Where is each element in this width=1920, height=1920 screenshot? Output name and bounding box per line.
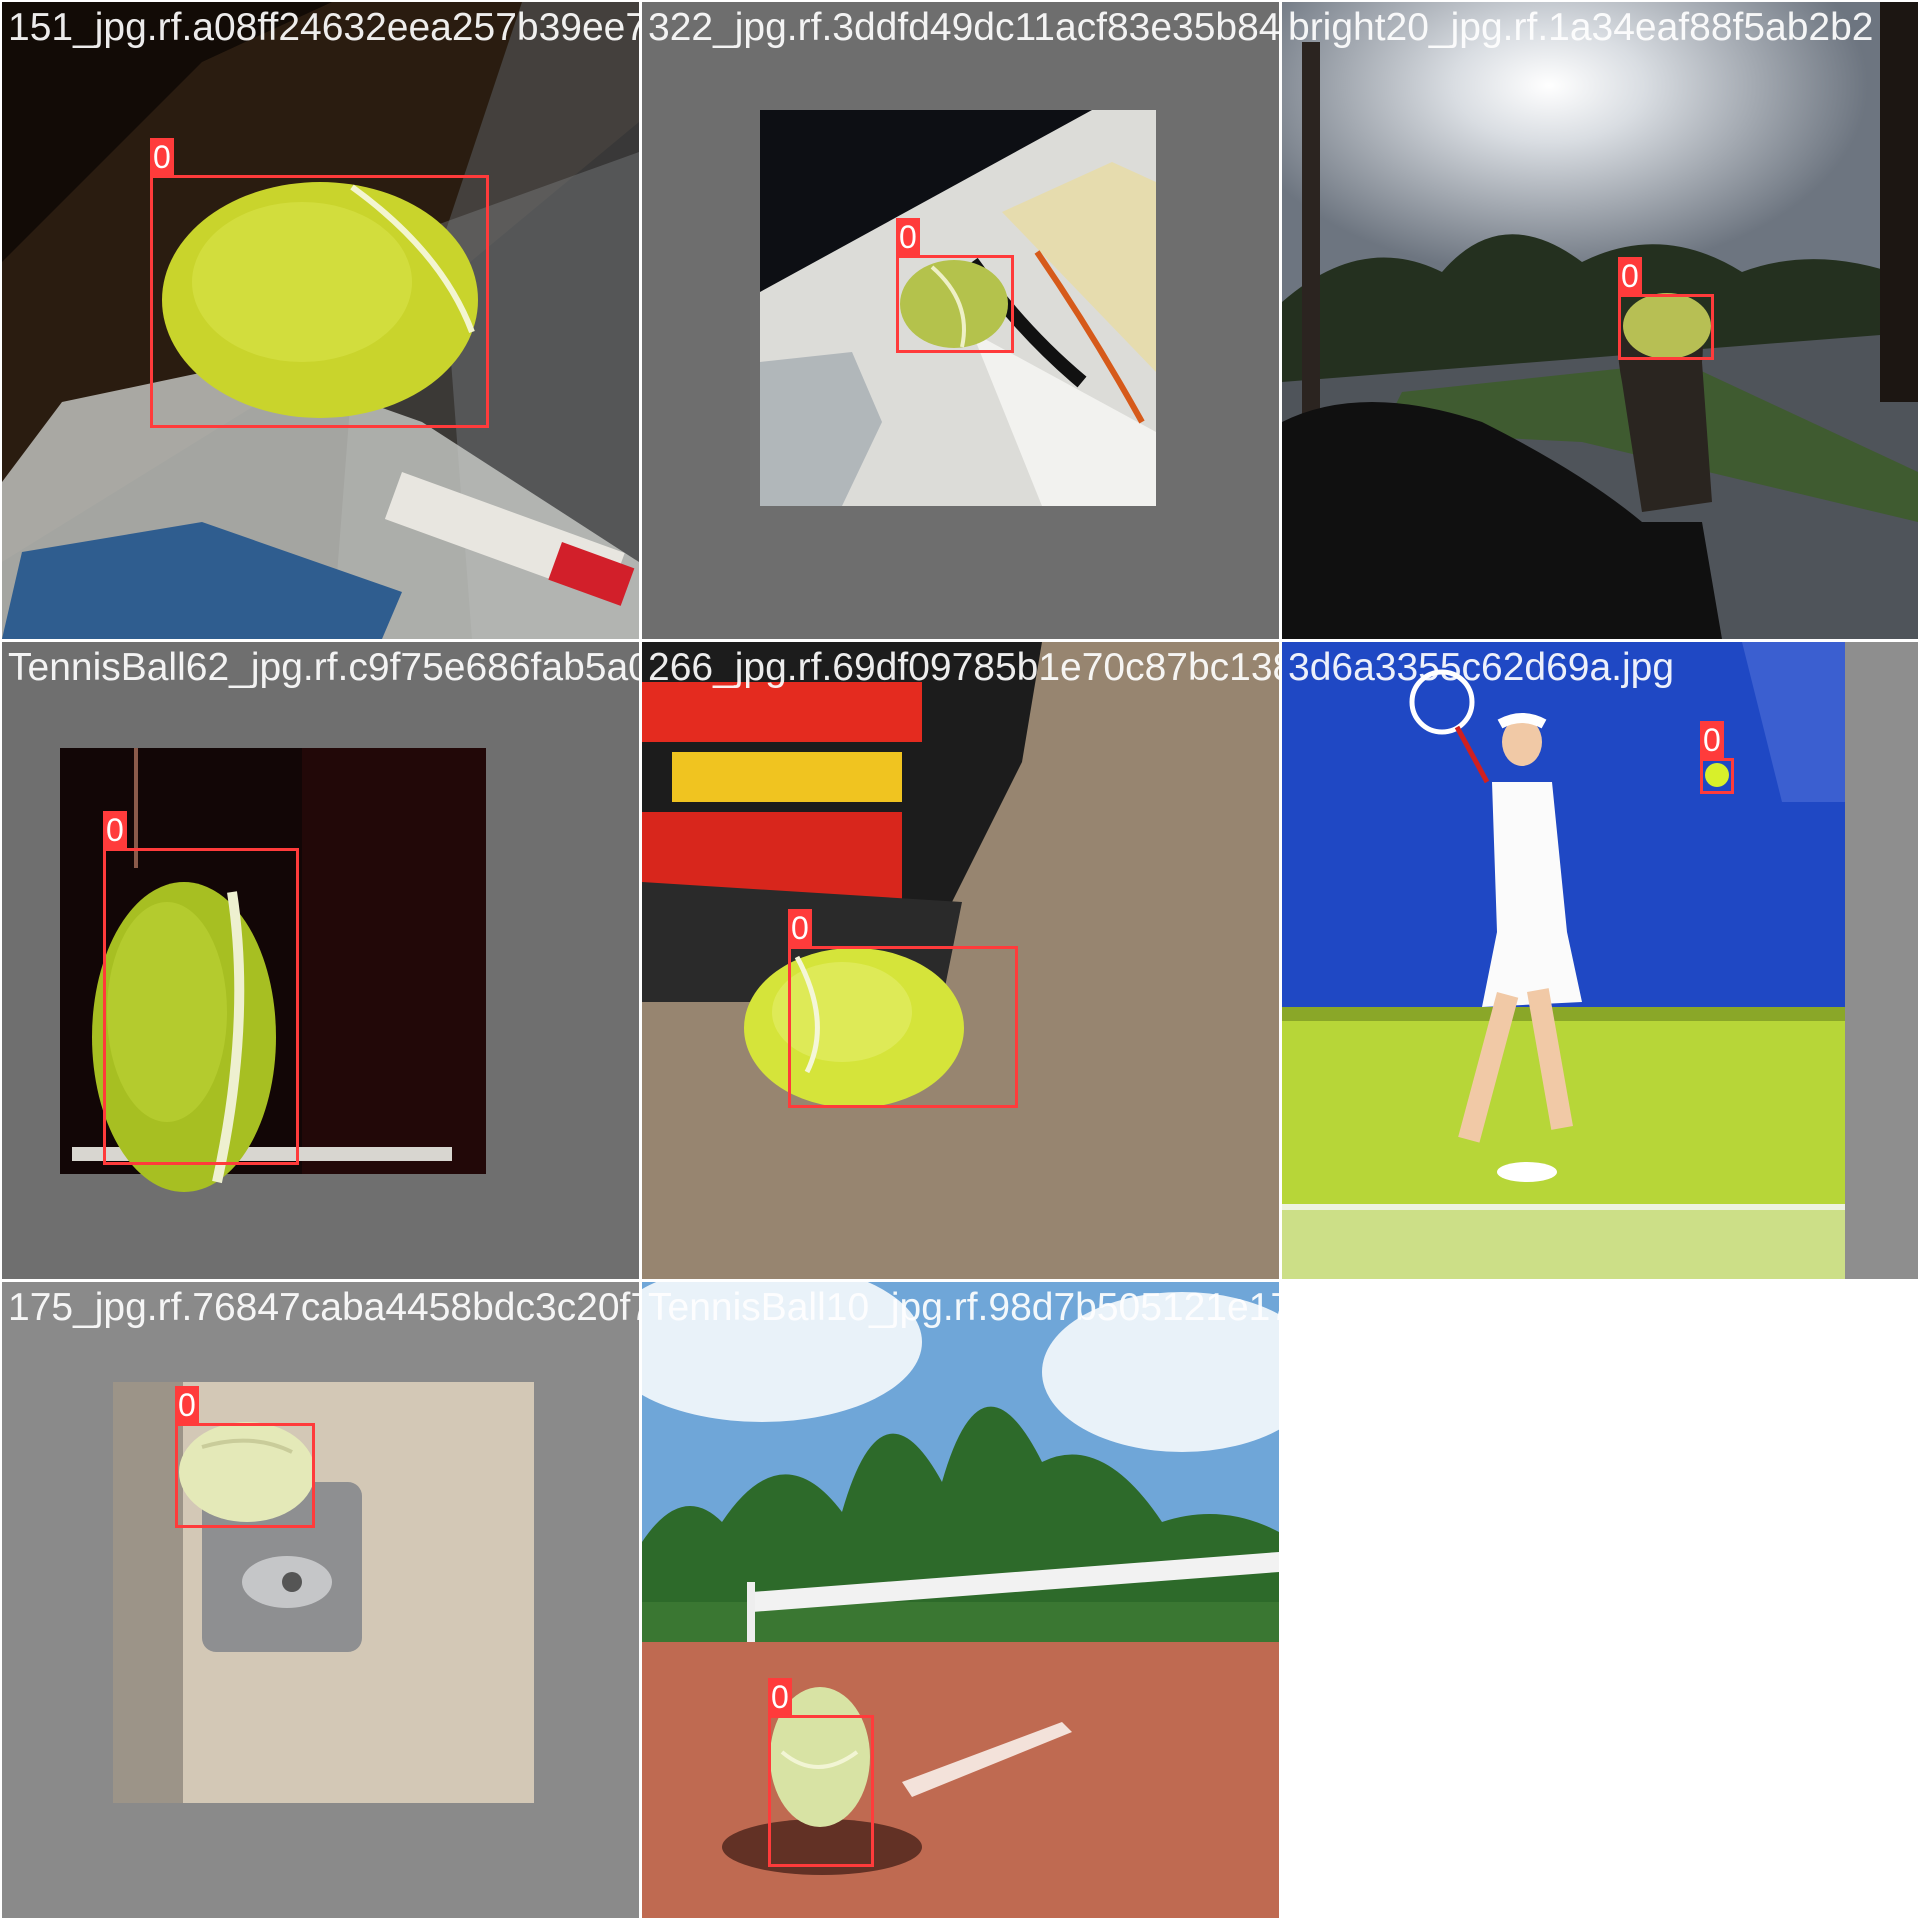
class-label: 0: [896, 218, 920, 256]
tennis-ball-bbox: 0: [150, 138, 489, 428]
tile-6-photo: [1282, 642, 1918, 1279]
tile-caption: TennisBall62_jpg.rf.c9f75e686fab5a002fc6: [8, 646, 639, 689]
tennis-ball-bbox: 0: [175, 1386, 315, 1528]
class-label: 0: [788, 909, 812, 947]
tennis-ball-bbox: 0: [1618, 257, 1714, 360]
tile-4-photo: [2, 642, 639, 1279]
tennis-ball-bbox: 0: [768, 1678, 874, 1867]
class-label: 0: [1700, 721, 1724, 759]
tile-caption: 3d6a3355c62d69a.jpg: [1288, 646, 1675, 689]
tennis-ball-bbox: 0: [896, 218, 1014, 353]
tile-caption: bright20_jpg.rf.1a34eaf88f5ab2b2: [1288, 6, 1874, 49]
tile-2: 322_jpg.rf.3ddfd49dc11acf83e35b841bd2762…: [642, 2, 1279, 639]
tile-caption: 322_jpg.rf.3ddfd49dc11acf83e35b841bd2762: [648, 6, 1279, 49]
class-label: 0: [1618, 257, 1642, 295]
tennis-ball-bbox: 0: [788, 909, 1018, 1108]
tile-caption: 266_jpg.rf.69df09785b1e70c87bc13838b420e…: [648, 646, 1279, 689]
mosaic-grid: 151_jpg.rf.a08ff24632eea257b39ee743125jp…: [0, 0, 1920, 1920]
class-label: 0: [150, 138, 174, 176]
tile-8: TennisBall10_jpg.rf.98d7b505121e1710f216…: [642, 1282, 1279, 1918]
tile-8-photo: [642, 1282, 1279, 1918]
tile-5: 266_jpg.rf.69df09785b1e70c87bc13838b420e…: [642, 642, 1279, 1279]
tennis-ball-bbox: 0: [103, 811, 299, 1165]
tile-caption: 175_jpg.rf.76847caba4458bdc3c20f75e08: [8, 1286, 639, 1329]
tile-caption: 151_jpg.rf.a08ff24632eea257b39ee743125jp…: [8, 6, 639, 49]
tile-6: 3d6a3355c62d69a.jpg 0: [1282, 642, 1918, 1279]
tile-1: 151_jpg.rf.a08ff24632eea257b39ee743125jp…: [2, 2, 639, 639]
tile-4: TennisBall62_jpg.rf.c9f75e686fab5a002fc6…: [2, 642, 639, 1279]
tile-7: 175_jpg.rf.76847caba4458bdc3c20f75e08 0: [2, 1282, 639, 1918]
tile-caption: TennisBall10_jpg.rf.98d7b505121e1710f216: [648, 1286, 1279, 1329]
class-label: 0: [103, 811, 127, 849]
tennis-ball-bbox: 0: [1700, 721, 1734, 794]
tile-7-photo: [2, 1282, 639, 1918]
tile-3: bright20_jpg.rf.1a34eaf88f5ab2b2 0: [1282, 2, 1918, 639]
class-label: 0: [175, 1386, 199, 1424]
tile-3-photo: [1282, 2, 1918, 639]
class-label: 0: [768, 1678, 792, 1716]
